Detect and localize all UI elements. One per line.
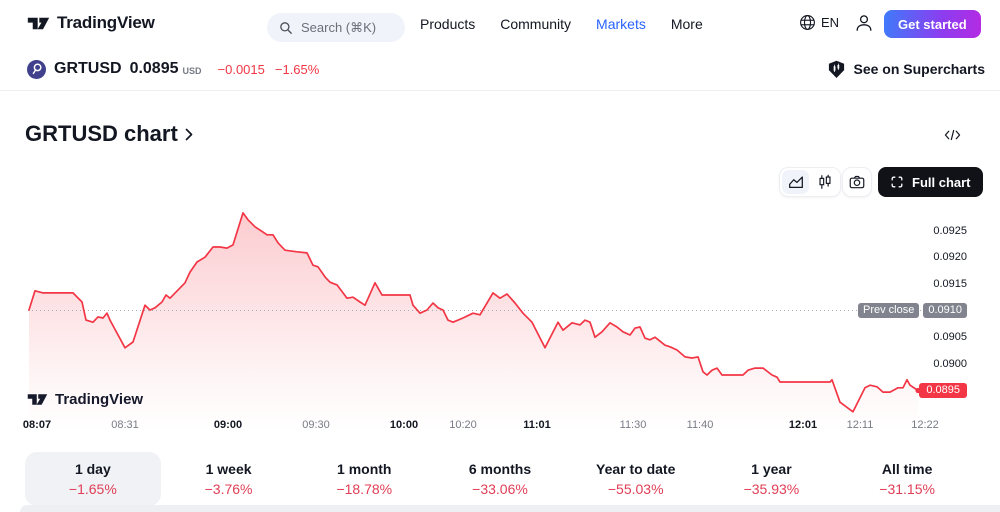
supercharts-icon (827, 60, 846, 79)
get-started-label: Get started (898, 16, 967, 32)
range-selector: 1 day −1.65% 1 week −3.76% 1 month −18.78% 6 m… (25, 452, 975, 506)
range-label: 1 year (751, 461, 792, 477)
price-axis-label: 0.0900 (933, 357, 967, 370)
camera-icon (848, 173, 866, 191)
range-label: Year to date (596, 461, 676, 477)
prev-close-badge: Prev close 0.0910 (857, 303, 967, 318)
time-axis-label: 11:01 (523, 419, 551, 431)
range-1-week[interactable]: 1 week −3.76% (161, 452, 297, 506)
search-input[interactable]: Search (⌘K) (267, 13, 405, 42)
range-change: −33.06% (472, 481, 528, 497)
language-button[interactable]: EN (799, 14, 839, 31)
range-all-time[interactable]: All time −31.15% (839, 452, 975, 506)
time-axis-label: 10:20 (449, 419, 477, 431)
get-started-button[interactable]: Get started (884, 10, 981, 38)
time-axis-label: 12:11 (846, 419, 874, 431)
range-label: 1 week (205, 461, 252, 477)
prev-close-label: Prev close (857, 303, 920, 318)
nav-products[interactable]: Products (420, 16, 475, 32)
range-change: −1.65% (68, 481, 117, 497)
change-absolute: −0.0015 (217, 61, 265, 77)
time-axis-label: 12:22 (911, 419, 939, 431)
tradingview-logo-icon (27, 15, 50, 32)
range-label: 1 day (74, 461, 111, 477)
see-on-supercharts-link[interactable]: See on Supercharts (827, 48, 986, 90)
supercharts-label: See on Supercharts (853, 61, 986, 77)
symbol-currency: USD (182, 66, 202, 76)
time-axis-label: 10:00 (389, 419, 419, 431)
range-6-months[interactable]: 6 months −33.06% (432, 452, 568, 506)
price-axis-label: 0.0905 (933, 331, 967, 344)
time-axis-label: 08:31 (111, 419, 139, 431)
nav-markets[interactable]: Markets (596, 16, 646, 32)
last-price-badge: 0.0895 (919, 383, 967, 398)
time-axis-label: 11:40 (686, 419, 714, 431)
tradingview-logo[interactable]: TradingView (27, 13, 155, 33)
nav-more[interactable]: More (671, 16, 703, 32)
range-change: −35.93% (743, 481, 800, 497)
range-year-to-date[interactable]: Year to date −55.03% (568, 452, 704, 506)
range-label: 1 month (337, 461, 392, 477)
embed-code-button[interactable] (944, 128, 961, 142)
fullscreen-icon (890, 175, 904, 189)
chart-watermark: TradingView (27, 391, 143, 408)
symbol-bar: GRTUSD 0.0895 USD −0.0015 −1.65% See on … (0, 48, 1000, 91)
change-percent: −1.65% (274, 61, 320, 77)
page-title-link[interactable]: GRTUSD chart (25, 121, 193, 147)
candlestick-style-button[interactable] (811, 170, 838, 194)
search-placeholder: Search (⌘K) (301, 19, 377, 35)
area-chart-icon (787, 173, 805, 191)
prev-close-value: 0.0910 (923, 303, 967, 318)
time-axis-label: 09:30 (302, 419, 330, 431)
chevron-right-icon (185, 128, 193, 141)
symbol-name: GRTUSD (54, 60, 122, 77)
range-label: 6 months (468, 461, 532, 477)
price-axis-label: 0.0915 (933, 277, 967, 290)
range-label: All time (881, 461, 933, 477)
grt-coin-icon (27, 59, 46, 79)
price-axis-label: 0.0920 (933, 251, 967, 264)
symbol-info: GRTUSD 0.0895 USD −0.0015 −1.65% (27, 48, 319, 90)
range-1-year[interactable]: 1 year −35.93% (704, 452, 840, 506)
range-change: −18.78% (336, 481, 393, 497)
user-profile-button[interactable] (854, 13, 874, 33)
time-axis-label: 09:00 (213, 419, 243, 431)
full-chart-button[interactable]: Full chart (878, 167, 983, 197)
time-axis-label: 12:01 (788, 419, 818, 431)
code-icon (944, 128, 961, 142)
range-change: −31.15% (879, 481, 935, 497)
symbol-price: 0.0895 (129, 60, 179, 77)
candlestick-icon (816, 173, 834, 191)
page-title: GRTUSD chart (25, 121, 178, 146)
nav-community[interactable]: Community (500, 16, 571, 32)
chart-style-toggle (779, 167, 841, 197)
area-fill (29, 212, 918, 431)
range-1-day[interactable]: 1 day −1.65% (25, 452, 161, 506)
globe-icon (799, 14, 816, 31)
main-nav: Products Community Markets More (420, 0, 703, 48)
range-1-month[interactable]: 1 month −18.78% (296, 452, 432, 506)
tradingview-logo-icon (27, 392, 48, 407)
tradingview-page: TradingView Search (⌘K) Products Communit… (0, 0, 1000, 512)
symbol-change: −0.0015 −1.65% (218, 62, 320, 77)
area-chart-style-button[interactable] (782, 170, 809, 194)
brand-name: TradingView (57, 13, 155, 32)
search-icon (279, 21, 293, 35)
language-label: EN (821, 15, 840, 30)
price-axis-label: 0.0925 (933, 224, 967, 237)
next-section-edge (20, 505, 1000, 512)
watermark-label: TradingView (55, 391, 144, 408)
range-change: −55.03% (607, 481, 664, 497)
range-change: −3.76% (204, 481, 253, 497)
full-chart-label: Full chart (912, 174, 971, 190)
snapshot-button[interactable] (842, 167, 872, 197)
time-axis-label: 11:30 (619, 419, 647, 431)
time-axis-label: 08:07 (22, 419, 52, 431)
